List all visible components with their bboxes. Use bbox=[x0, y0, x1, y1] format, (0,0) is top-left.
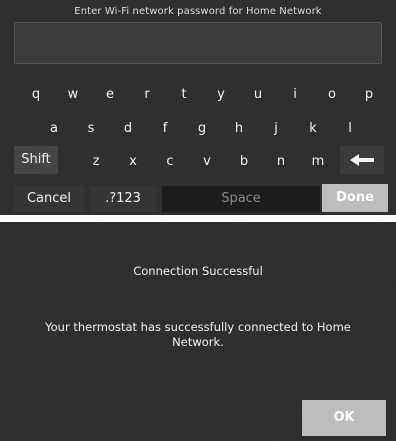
password-prompt-title: Enter Wi-Fi network password for Home Ne… bbox=[74, 6, 322, 17]
key-b[interactable]: b bbox=[232, 155, 256, 173]
backspace-key[interactable] bbox=[340, 146, 384, 174]
key-label: s bbox=[87, 121, 95, 136]
key-label: r bbox=[144, 87, 150, 102]
key-e[interactable]: e bbox=[96, 88, 124, 106]
key-c[interactable]: c bbox=[158, 155, 182, 173]
key-label: k bbox=[309, 121, 317, 136]
key-i[interactable]: i bbox=[281, 88, 309, 106]
key-w[interactable]: w bbox=[59, 88, 87, 106]
key-u[interactable]: u bbox=[244, 88, 272, 106]
key-label: v bbox=[203, 154, 211, 169]
key-m[interactable]: m bbox=[306, 155, 330, 173]
key-h[interactable]: h bbox=[225, 122, 253, 140]
key-s[interactable]: s bbox=[77, 122, 105, 140]
key-label: m bbox=[311, 154, 325, 169]
key-label: i bbox=[293, 87, 297, 102]
key-v[interactable]: v bbox=[195, 155, 219, 173]
key-label: y bbox=[217, 87, 225, 102]
key-label: w bbox=[67, 87, 79, 102]
key-j[interactable]: j bbox=[262, 122, 290, 140]
key-g[interactable]: g bbox=[188, 122, 216, 140]
key-n[interactable]: n bbox=[269, 155, 293, 173]
key-label: l bbox=[348, 121, 352, 136]
key-label: q bbox=[31, 87, 41, 102]
key-label: x bbox=[129, 154, 137, 169]
key-y[interactable]: y bbox=[207, 88, 235, 106]
key-f[interactable]: f bbox=[151, 122, 179, 140]
ok-button[interactable]: OK bbox=[302, 400, 386, 436]
key-label: o bbox=[328, 87, 336, 102]
key-k[interactable]: k bbox=[299, 122, 327, 140]
key-label: c bbox=[166, 154, 174, 169]
done-button[interactable]: Done bbox=[322, 184, 388, 212]
key-a[interactable]: a bbox=[40, 122, 68, 140]
key-label: e bbox=[106, 87, 114, 102]
key-label: a bbox=[50, 121, 58, 136]
wifi-password-screen: Enter Wi-Fi network password for Home Ne… bbox=[0, 0, 396, 215]
key-label: t bbox=[181, 87, 187, 102]
key-l[interactable]: l bbox=[336, 122, 364, 140]
key-label: u bbox=[253, 87, 263, 102]
connection-success-screen: Connection Successful Your thermostat ha… bbox=[0, 222, 396, 441]
password-input[interactable] bbox=[14, 22, 382, 64]
key-label: b bbox=[239, 154, 249, 169]
key-q[interactable]: q bbox=[22, 88, 50, 106]
key-o[interactable]: o bbox=[318, 88, 346, 106]
key-label: z bbox=[92, 154, 100, 169]
symbols-key[interactable]: .?123 bbox=[90, 186, 156, 212]
key-label: p bbox=[364, 87, 374, 102]
key-d[interactable]: d bbox=[114, 122, 142, 140]
key-label: f bbox=[162, 121, 168, 136]
key-t[interactable]: t bbox=[170, 88, 198, 106]
key-label: h bbox=[234, 121, 244, 136]
key-r[interactable]: r bbox=[133, 88, 161, 106]
connection-message: Your thermostat has successfully connect… bbox=[45, 320, 351, 349]
key-label: d bbox=[123, 121, 133, 136]
key-p[interactable]: p bbox=[355, 88, 383, 106]
key-label: g bbox=[197, 121, 207, 136]
key-z[interactable]: z bbox=[84, 155, 108, 173]
cancel-button[interactable]: Cancel bbox=[14, 186, 84, 212]
shift-key[interactable]: Shift bbox=[14, 146, 58, 174]
key-x[interactable]: x bbox=[121, 155, 145, 173]
key-label: j bbox=[274, 121, 278, 136]
left-arrow-icon bbox=[350, 154, 374, 166]
connection-status-title: Connection Successful bbox=[133, 264, 263, 278]
space-key[interactable]: Space bbox=[162, 186, 320, 212]
key-label: n bbox=[276, 154, 286, 169]
